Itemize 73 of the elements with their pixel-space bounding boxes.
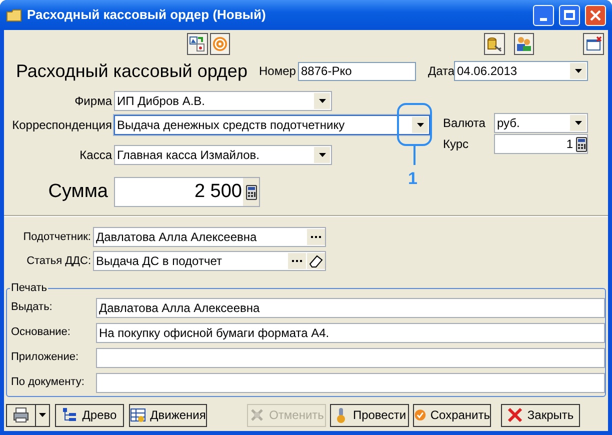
close-button[interactable] [585, 4, 606, 26]
print-button[interactable] [6, 404, 50, 426]
text-field[interactable] [96, 348, 605, 368]
dropdown-arrow-button[interactable] [412, 117, 428, 133]
cross-icon [249, 407, 266, 423]
target-icon[interactable] [210, 32, 230, 54]
field-label: По документу: [10, 375, 86, 390]
date-field[interactable]: 04.06.2013 [454, 61, 588, 81]
field-label: Фирма [74, 93, 113, 110]
dropdown-arrow-button[interactable] [314, 93, 330, 109]
field-label: Касса [78, 147, 113, 164]
tree-button[interactable]: Древо [55, 404, 124, 426]
save-button[interactable]: Сохранить [413, 404, 491, 426]
sum-field[interactable]: 2 500 [114, 177, 260, 207]
caret-icon [574, 69, 582, 73]
window-title: Расходный кассовый ордер (Новый) [27, 6, 267, 24]
caret-icon [574, 121, 582, 125]
eraser-icon [309, 254, 323, 268]
field-label: Корреспонденция [11, 117, 113, 134]
printer-icon [13, 407, 29, 423]
calculator-icon[interactable] [576, 136, 587, 152]
caret-icon [318, 99, 326, 103]
text-field[interactable] [96, 372, 605, 392]
text-field[interactable]: На покупку офисной бумаги формата А4. [96, 322, 605, 342]
reference-field[interactable]: Выдача ДС в подотчет [93, 251, 326, 271]
close-icon [507, 407, 524, 423]
callout-number: 1 [408, 168, 418, 190]
group-title: Печать [10, 281, 48, 296]
field-label: Выдать: [10, 300, 54, 316]
caret-icon [416, 123, 424, 127]
close-button[interactable]: Закрыть [501, 404, 580, 426]
dropdown-arrow-button[interactable] [314, 147, 330, 163]
sum-label: Сумма [47, 180, 109, 204]
ellipsis-button[interactable] [307, 229, 325, 245]
field-label: Основание: [10, 325, 72, 340]
field-label: Курс [443, 136, 470, 153]
dropdown-field[interactable]: ИП Дибров А.В. [114, 91, 332, 111]
minimize-button[interactable] [533, 4, 554, 26]
table-icon [130, 407, 146, 423]
ellipsis-button[interactable] [288, 253, 306, 269]
callout-drawing [397, 103, 432, 166]
rate-field[interactable]: 1 [494, 134, 588, 154]
field-label: Подотчетник: [22, 230, 92, 245]
field-label: Номер [259, 63, 297, 80]
movements-button[interactable]: Движения [129, 404, 207, 426]
caret-icon [39, 413, 46, 417]
tree-icon [62, 407, 78, 423]
dropdown-field[interactable]: Главная касса Измайлов. [114, 145, 332, 165]
field-label: Статья ДДС: [26, 254, 92, 269]
field-label: Валюта [443, 115, 486, 132]
users-icon[interactable] [514, 32, 534, 54]
currency-dropdown[interactable]: руб. [494, 113, 588, 133]
key-icon[interactable] [484, 32, 505, 54]
reference-field[interactable]: Давлатова Алла Алексеевна [93, 227, 326, 247]
dropdown-field[interactable]: Выдача денежных средств подотчетнику [114, 115, 430, 135]
form-title: Расходный кассовый ордер [16, 60, 248, 83]
checkmark-icon [414, 407, 426, 423]
documents-icon[interactable] [187, 32, 208, 54]
calculator-icon[interactable] [246, 184, 256, 200]
eraser-button[interactable] [307, 253, 325, 269]
text-field[interactable]: Давлатова Алла Алексеевна [96, 298, 605, 318]
field-label: Приложение: [10, 350, 80, 366]
field-label: Дата [428, 63, 454, 80]
caret-icon [318, 153, 326, 157]
dropdown-arrow-button[interactable] [570, 115, 586, 131]
dropdown-arrow-button[interactable] [35, 404, 49, 426]
number-field[interactable]: 8876-Рко [298, 62, 416, 80]
post-button[interactable]: Провести [330, 404, 409, 426]
maximize-button[interactable] [559, 4, 580, 26]
folder-icon [6, 8, 22, 22]
close-window-icon[interactable] [583, 32, 604, 54]
close-icon [590, 10, 601, 20]
dropdown-arrow-button[interactable] [570, 63, 586, 79]
